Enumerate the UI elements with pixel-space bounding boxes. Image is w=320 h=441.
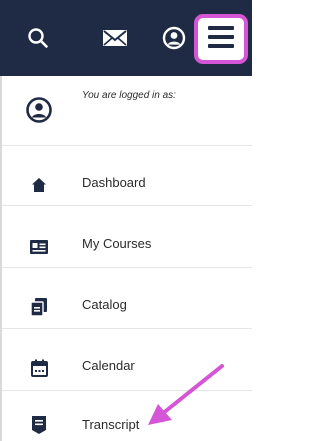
top-navigation-bar [0, 0, 252, 76]
copy-icon [28, 296, 50, 318]
logged-in-row: You are logged in as: [0, 76, 252, 146]
menu-left-edge [0, 76, 2, 441]
hamburger-menu-button[interactable] [194, 14, 248, 64]
search-icon[interactable] [20, 20, 56, 56]
menu-item-label: Dashboard [82, 175, 146, 190]
menu-item-label: Transcript [82, 417, 140, 432]
menu-item-catalog[interactable]: Catalog [0, 268, 252, 329]
menu-item-label: My Courses [82, 236, 152, 251]
logged-in-text: You are logged in as: [82, 90, 176, 101]
hamburger-icon [206, 24, 236, 55]
calendar-icon [28, 357, 50, 379]
id-card-icon [28, 236, 50, 258]
user-circle-icon[interactable] [156, 20, 192, 56]
menu-item-label: Catalog [82, 297, 127, 312]
topbar-edge [248, 0, 252, 76]
menu-item-dashboard[interactable]: Dashboard [0, 146, 252, 206]
home-icon [28, 174, 50, 196]
user-circle-icon [25, 96, 53, 124]
mail-icon[interactable] [97, 20, 133, 56]
transcript-icon [28, 414, 50, 436]
menu-item-label: Calendar [82, 358, 135, 373]
annotation-arrow [148, 364, 224, 425]
menu-item-my-courses[interactable]: My Courses [0, 206, 252, 268]
